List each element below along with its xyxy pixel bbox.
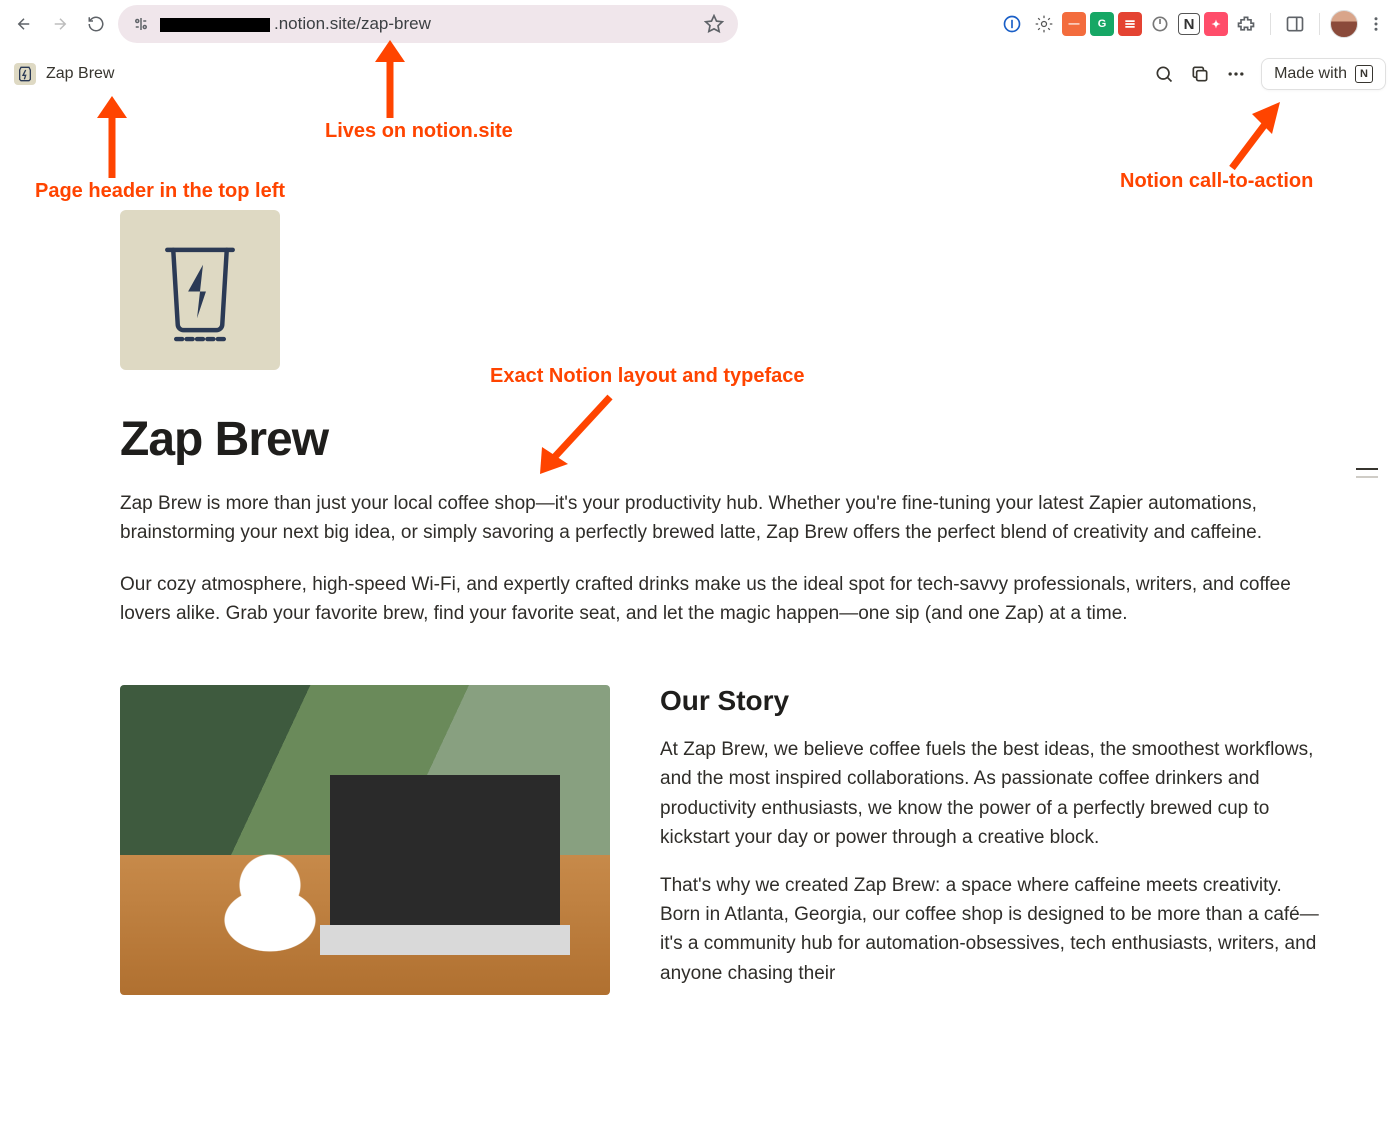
intro-paragraph-2: Our cozy atmosphere, high-speed Wi-Fi, a…	[120, 570, 1310, 629]
story-paragraph-1: At Zap Brew, we believe coffee fuels the…	[660, 735, 1320, 853]
url-text: .notion.site/zap-brew	[160, 14, 694, 34]
more-icon[interactable]	[1225, 63, 1247, 85]
topbar-actions: Made with N	[1153, 58, 1386, 90]
page-content: Zap Brew Zap Brew is more than just your…	[120, 100, 1320, 995]
nav-back-button[interactable]	[10, 10, 38, 38]
profile-avatar[interactable]	[1330, 10, 1358, 38]
star-icon[interactable]	[704, 14, 724, 34]
divider	[1319, 13, 1320, 35]
duplicate-icon[interactable]	[1189, 63, 1211, 85]
made-with-notion-button[interactable]: Made with N	[1261, 58, 1386, 90]
ext-todoist-icon[interactable]	[1118, 12, 1142, 36]
toc-toggle[interactable]	[1356, 468, 1378, 478]
divider	[1270, 13, 1271, 35]
ext-grammarly-icon[interactable]: G	[1090, 12, 1114, 36]
search-icon[interactable]	[1153, 63, 1175, 85]
side-panel-icon[interactable]	[1281, 10, 1309, 38]
breadcrumb-page-title[interactable]: Zap Brew	[46, 65, 114, 83]
story-column: Our Story At Zap Brew, we believe coffee…	[660, 685, 1320, 995]
ext-orange-icon[interactable]: —	[1062, 12, 1086, 36]
ext-sunburst-icon[interactable]	[1030, 10, 1058, 38]
page-icon-small[interactable]	[14, 63, 36, 85]
ext-notion-icon[interactable]: N	[1178, 13, 1200, 35]
ext-pink-icon[interactable]: ✦	[1204, 12, 1228, 36]
ext-1password-icon[interactable]	[998, 10, 1026, 38]
page-icon-large[interactable]	[120, 210, 280, 370]
nav-forward-button[interactable]	[46, 10, 74, 38]
extensions-puzzle-icon[interactable]	[1232, 10, 1260, 38]
ext-power-icon[interactable]	[1146, 10, 1174, 38]
extensions-row: — G N ✦	[998, 10, 1390, 38]
story-heading: Our Story	[660, 685, 1320, 717]
made-with-label: Made with	[1274, 65, 1347, 83]
site-info-icon[interactable]	[132, 15, 150, 33]
notion-logo-icon: N	[1355, 65, 1373, 83]
story-paragraph-2: That's why we created Zap Brew: a space …	[660, 871, 1320, 989]
nav-reload-button[interactable]	[82, 10, 110, 38]
story-image	[120, 685, 610, 995]
intro-paragraph-1: Zap Brew is more than just your local co…	[120, 489, 1310, 548]
chrome-menu-icon[interactable]	[1362, 10, 1390, 38]
page-title: Zap Brew	[120, 412, 1320, 467]
two-column-section: Our Story At Zap Brew, we believe coffee…	[120, 685, 1320, 995]
browser-chrome: .notion.site/zap-brew — G N ✦	[0, 0, 1400, 48]
notion-topbar: Zap Brew Made with N	[0, 48, 1400, 100]
address-bar[interactable]: .notion.site/zap-brew	[118, 5, 738, 43]
